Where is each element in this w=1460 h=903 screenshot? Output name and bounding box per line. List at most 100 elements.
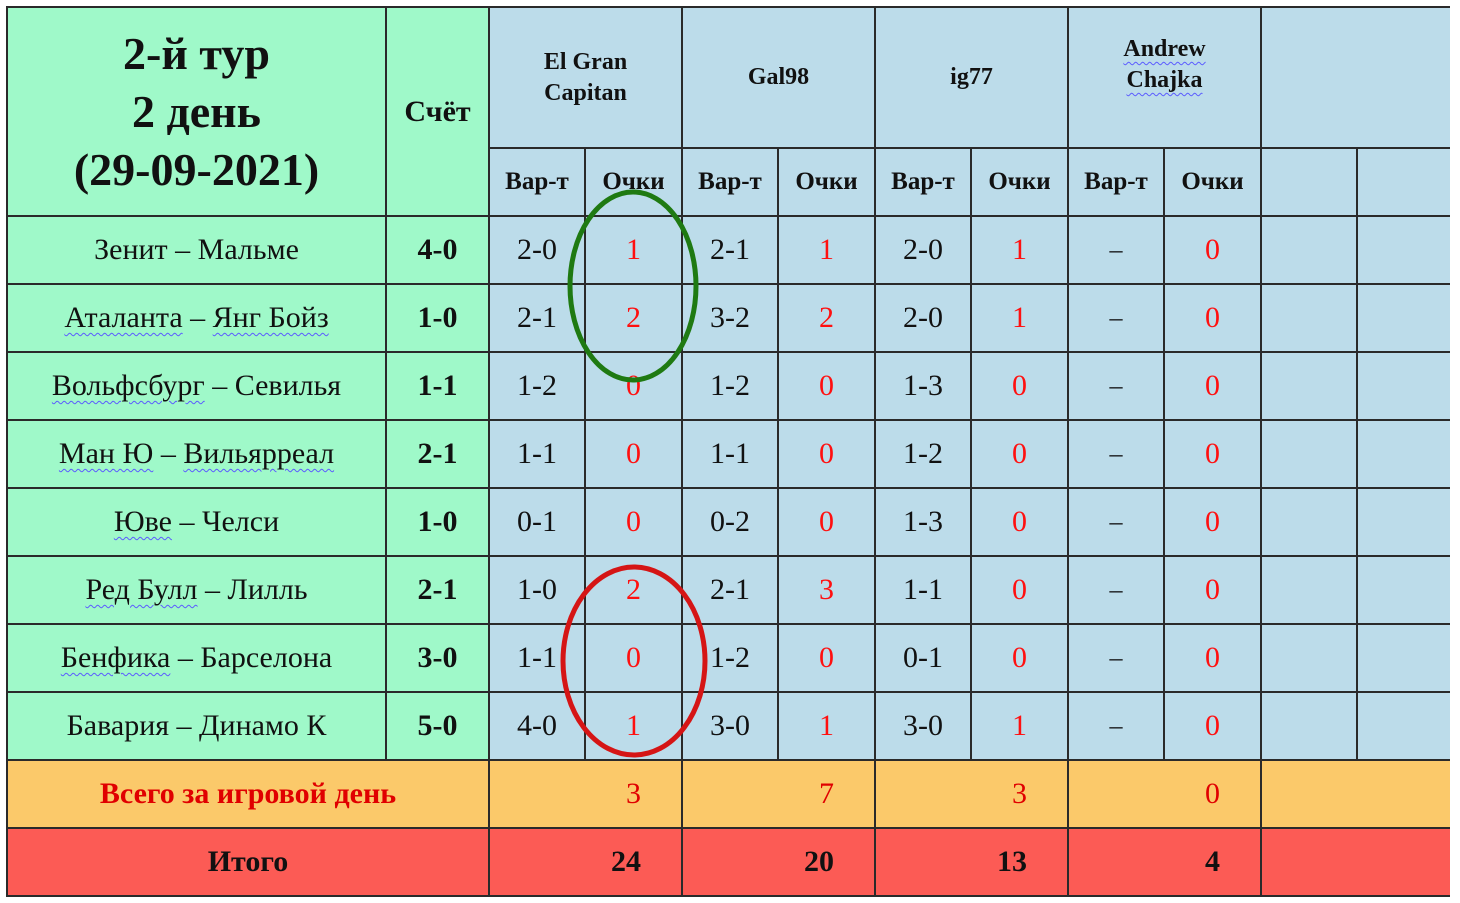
empty-cell	[1356, 215, 1455, 285]
match-score: 1-0	[385, 283, 490, 353]
points-cell: 0	[1163, 691, 1262, 761]
match-name: Ред Булл – Лилль	[6, 555, 387, 625]
empty-subheader	[1260, 147, 1358, 217]
points-cell: 2	[777, 283, 876, 353]
empty-cell	[1260, 215, 1358, 285]
empty-cell	[1260, 555, 1358, 625]
empty-player-header	[1260, 6, 1455, 149]
points-cell: 0	[970, 487, 1069, 557]
prediction-cell: 2-0	[874, 215, 972, 285]
match-row: Бенфика – Барселона 3-0 1-1 0 1-2 0 0-1 0–0	[6, 623, 1455, 693]
prediction-cell: 3-2	[681, 283, 779, 353]
team-separator: –	[204, 369, 235, 402]
points-header: Очки	[970, 147, 1069, 217]
match-score: 3-0	[385, 623, 490, 693]
match-row: Аталанта – Янг Бойз 1-0 2-1 2 3-2 2 2-0 1–0	[6, 283, 1455, 353]
away-team: Севилья	[234, 369, 342, 402]
match-name: Ман Ю – Вильярреал	[6, 419, 387, 489]
match-row: Ред Булл – Лилль 2-1 1-0 2 2-1 3 1-1 0–0	[6, 555, 1455, 625]
empty-cell	[1260, 623, 1358, 693]
prediction-cell: –	[1067, 351, 1165, 421]
player-name-line: Andrew	[1123, 36, 1206, 62]
right-edge-mask	[1450, 6, 1460, 898]
prediction-cell: 0-1	[874, 623, 972, 693]
grand-total-value: 13	[874, 827, 1069, 897]
grand-total-value: 24	[488, 827, 683, 897]
points-cell: 0	[777, 623, 876, 693]
points-cell: 1	[970, 283, 1069, 353]
away-team: Янг Бойз	[212, 301, 329, 334]
empty-cell	[1260, 759, 1455, 829]
points-cell: 0	[1163, 487, 1262, 557]
team-separator: –	[169, 709, 200, 742]
points-cell: 0	[777, 351, 876, 421]
pred-header: Вар-т	[1067, 147, 1165, 217]
match-row: Вольфсбург – Севилья 1-1 1-2 0 1-2 0 1-3 0–0	[6, 351, 1455, 421]
empty-cell	[1356, 351, 1455, 421]
team-separator: –	[197, 573, 228, 606]
home-team: Зенит	[94, 233, 168, 266]
points-cell: 0	[777, 419, 876, 489]
day-total-row: Всего за игровой день 3 7 3 0	[6, 759, 1455, 829]
away-team: Вильярреал	[183, 437, 335, 470]
home-team: Вольфсбург	[51, 369, 205, 402]
prediction-cell: 1-1	[488, 419, 586, 489]
prediction-cell: 1-1	[874, 555, 972, 625]
prediction-cell: 1-1	[488, 623, 586, 693]
round-title: 2-й тур 2 день (29-09-2021)	[6, 6, 387, 217]
prediction-cell: 1-2	[874, 419, 972, 489]
away-team: Динамо К	[199, 709, 327, 742]
points-cell: 1	[970, 691, 1069, 761]
empty-cell	[1356, 691, 1455, 761]
points-cell: 1	[970, 215, 1069, 285]
prediction-cell: –	[1067, 419, 1165, 489]
match-score: 1-1	[385, 351, 490, 421]
match-name: Бенфика – Барселона	[6, 623, 387, 693]
match-name: Вольфсбург – Севилья	[6, 351, 387, 421]
empty-subheader	[1356, 147, 1455, 217]
match-row: Юве – Челси 1-0 0-1 0 0-2 0 1-3 0–0	[6, 487, 1455, 557]
points-cell: 0	[584, 623, 683, 693]
away-team: Барселона	[200, 641, 333, 674]
match-name: Аталанта – Янг Бойз	[6, 283, 387, 353]
player-name-line: Chajka	[1126, 67, 1203, 93]
prediction-cell: 2-1	[681, 555, 779, 625]
team-separator: –	[170, 641, 201, 674]
prediction-cell: 1-3	[874, 351, 972, 421]
round-title-line: (29-09-2021)	[73, 143, 320, 195]
player-name-line: Gal98	[747, 64, 810, 90]
points-cell: 1	[584, 215, 683, 285]
home-team: Юве	[113, 505, 172, 538]
match-row: Бавария – Динамо К 5-0 4-0 1 3-0 1 3-0 1–0	[6, 691, 1455, 761]
round-title-line: 2 день	[131, 85, 261, 137]
home-team: Бенфика	[60, 641, 171, 674]
points-cell: 3	[777, 555, 876, 625]
match-score: 2-1	[385, 419, 490, 489]
player-name-line: Capitan	[544, 79, 627, 106]
points-cell: 0	[970, 623, 1069, 693]
points-cell: 0	[584, 419, 683, 489]
pred-header: Вар-т	[874, 147, 972, 217]
prediction-cell: 0-2	[681, 487, 779, 557]
prediction-cell: –	[1067, 623, 1165, 693]
player-header-ig77: ig77	[874, 6, 1069, 149]
empty-cell	[1356, 555, 1455, 625]
prediction-cell: 2-0	[488, 215, 586, 285]
away-team: Мальме	[197, 233, 299, 266]
match-row: Ман Ю – Вильярреал 2-1 1-1 0 1-1 0 1-2 0–0	[6, 419, 1455, 489]
points-cell: 0	[1163, 215, 1262, 285]
home-team: Ред Булл	[85, 573, 198, 606]
match-name: Юве – Челси	[6, 487, 387, 557]
prediction-cell: 1-1	[681, 419, 779, 489]
grand-total-label: Итого	[6, 827, 490, 897]
prediction-cell: 4-0	[488, 691, 586, 761]
points-header: Очки	[584, 147, 683, 217]
prediction-cell: 2-0	[874, 283, 972, 353]
empty-cell	[1356, 283, 1455, 353]
prediction-cell: 2-1	[488, 283, 586, 353]
prediction-cell: 1-3	[874, 487, 972, 557]
match-score: 1-0	[385, 487, 490, 557]
day-total-value: 0	[1067, 759, 1262, 829]
prediction-cell: 1-2	[681, 623, 779, 693]
points-cell: 0	[777, 487, 876, 557]
